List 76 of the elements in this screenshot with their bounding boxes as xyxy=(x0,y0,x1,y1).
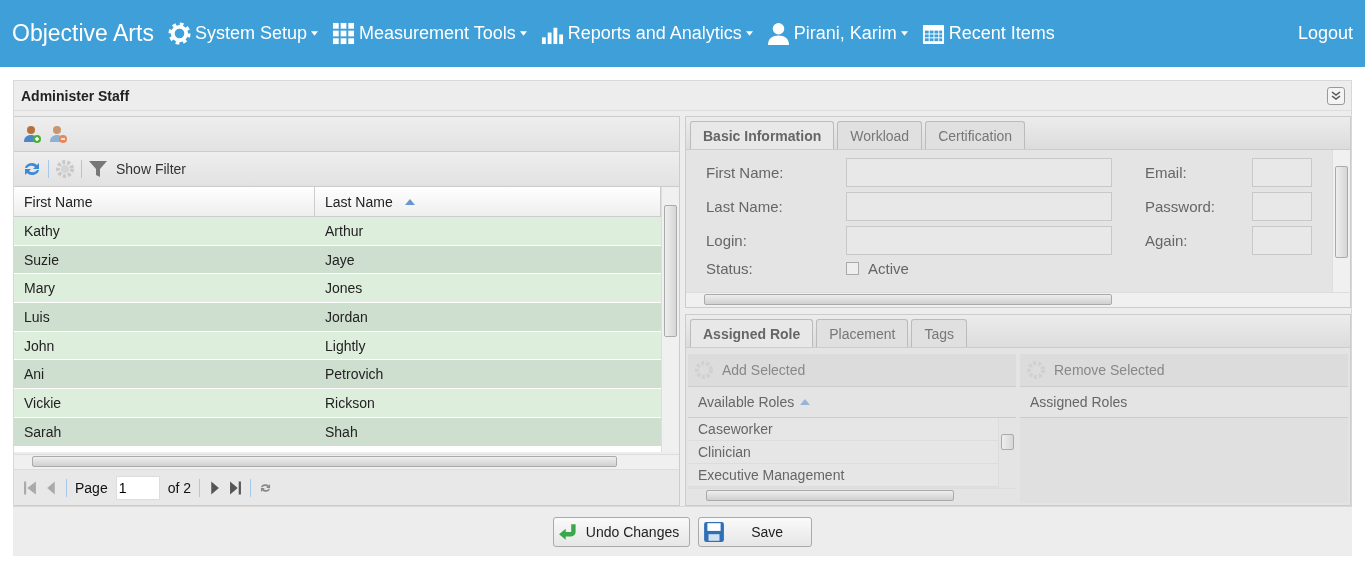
input-field[interactable] xyxy=(1252,158,1312,187)
first-page-icon[interactable] xyxy=(24,479,37,496)
tab[interactable]: Tags xyxy=(911,319,967,347)
vertical-scrollbar[interactable] xyxy=(661,187,679,452)
vertical-scrollbar[interactable] xyxy=(1332,150,1350,292)
field-label: First Name: xyxy=(706,164,785,181)
collapse-button[interactable] xyxy=(1327,86,1345,105)
action-button[interactable]: Undo Changes xyxy=(552,516,691,547)
table-cell-text: Petrovich xyxy=(324,365,385,385)
table-cell-text: Kathy xyxy=(23,221,61,241)
person-icon xyxy=(766,22,790,45)
field-label: Last Name: xyxy=(706,198,784,215)
table-cell-text: Sarah xyxy=(23,422,63,442)
horizontal-scrollbar[interactable] xyxy=(686,292,1350,307)
table-cell-text: Jones xyxy=(324,279,364,299)
input-field[interactable] xyxy=(846,192,1112,221)
field-label: Status: xyxy=(706,260,754,277)
gear-icon xyxy=(167,22,191,45)
vertical-scrollbar[interactable] xyxy=(998,418,1016,488)
panel-title: Administer Staff xyxy=(21,87,130,104)
field-label: Login: xyxy=(706,232,748,249)
table-cell-text: Vickie xyxy=(23,393,63,413)
column-header[interactable]: First Name xyxy=(14,187,315,216)
table-cell-text: Jordan xyxy=(324,307,369,327)
app-brand[interactable]: Objective Arts xyxy=(12,20,154,47)
tab[interactable]: Basic Information xyxy=(690,121,835,149)
logout-link[interactable]: Logout xyxy=(1297,23,1353,44)
remove-selected-button[interactable]: Remove Selected xyxy=(1020,354,1348,386)
table-cell-text: Arthur xyxy=(324,221,365,241)
table-cell-text: Lightly xyxy=(324,336,367,356)
input-field[interactable] xyxy=(846,158,1112,187)
field-label: Email: xyxy=(1144,164,1188,181)
tab[interactable]: Placement xyxy=(816,319,909,347)
table-cell-text: John xyxy=(23,336,56,356)
nav-menu[interactable]: Pirani, Karim xyxy=(766,22,908,45)
gear-icon[interactable] xyxy=(55,159,75,179)
field-label: Password: xyxy=(1144,198,1217,215)
table-cell-text: Mary xyxy=(23,279,57,299)
input-field[interactable] xyxy=(1252,192,1312,221)
action-button[interactable]: Save xyxy=(698,516,813,547)
field-label: Again: xyxy=(1144,232,1189,249)
funnel-icon xyxy=(88,159,108,179)
show-filter-button[interactable]: Show Filter xyxy=(88,159,191,179)
nav-menu[interactable]: System Setup xyxy=(167,22,318,45)
table-cell-text: Jaye xyxy=(324,250,356,270)
role-list-item[interactable]: Caseworker xyxy=(688,418,998,441)
table-cell-text: Rickson xyxy=(324,393,376,413)
active-checkbox[interactable]: Active xyxy=(846,260,1252,277)
horizontal-scrollbar[interactable] xyxy=(14,454,679,469)
calendar-icon xyxy=(921,22,945,45)
grid-icon xyxy=(331,22,355,45)
page-label: Page xyxy=(75,479,108,496)
nav-menu[interactable]: Recent Items xyxy=(921,22,1055,45)
tab[interactable]: Certification xyxy=(925,121,1026,149)
page-number-field[interactable]: 1 xyxy=(115,475,160,500)
double-chevron-down-icon xyxy=(1331,90,1341,101)
add-selected-button[interactable]: Add Selected xyxy=(688,354,1016,386)
tab[interactable]: Workload xyxy=(837,121,923,149)
page-count: of 2 xyxy=(167,479,192,496)
nav-menu[interactable]: Reports and Analytics xyxy=(540,22,753,45)
table-cell-text: Suzie xyxy=(23,250,61,270)
last-page-icon[interactable] xyxy=(229,479,243,496)
nav-menu[interactable]: Measurement Tools xyxy=(331,22,527,45)
previous-page-icon[interactable] xyxy=(45,479,58,496)
input-field[interactable] xyxy=(1252,226,1312,255)
remove-user-icon[interactable] xyxy=(48,124,68,144)
horizontal-scrollbar[interactable] xyxy=(688,488,1016,503)
add-user-icon[interactable] xyxy=(22,124,42,144)
sort-ascending-icon xyxy=(800,399,811,405)
input-field[interactable] xyxy=(846,226,1112,255)
tab[interactable]: Assigned Role xyxy=(690,319,814,347)
table-cell-text: Luis xyxy=(23,307,51,327)
table-cell-text: Ani xyxy=(23,365,46,385)
table-cell-text: Shah xyxy=(324,422,359,442)
role-list-item[interactable]: Executive Management xyxy=(688,464,998,487)
role-list-item[interactable]: Clinician xyxy=(688,441,998,464)
